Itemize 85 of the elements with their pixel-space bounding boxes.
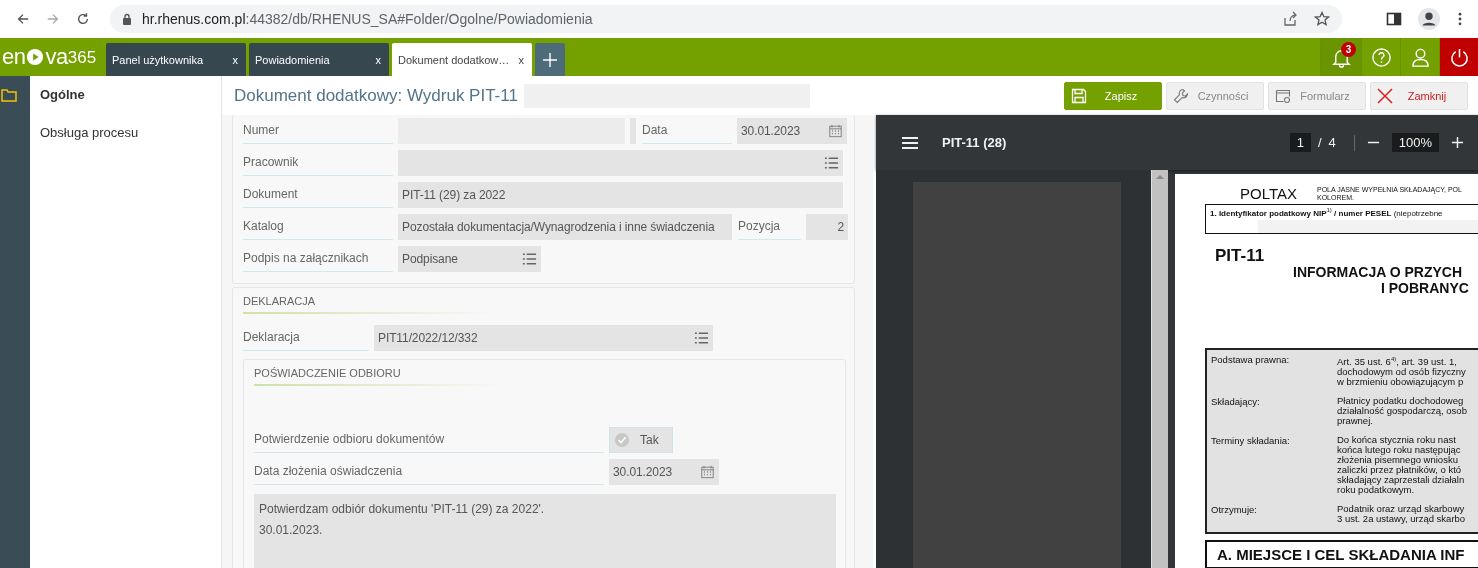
lookup-field[interactable]: Podpisane <box>398 246 541 272</box>
input-field[interactable]: 2 <box>806 214 848 240</box>
table-label: Terminy składania: <box>1211 435 1291 449</box>
date-field[interactable]: 30.01.2023 <box>737 118 847 144</box>
sidebar-item[interactable]: Ogólne <box>30 87 221 125</box>
table-label: Składający: <box>1211 396 1261 410</box>
tab[interactable]: Panel użytkownika x <box>106 43 246 76</box>
section-title: DEKLARACJA <box>243 290 493 314</box>
menu-icon[interactable] <box>902 136 918 149</box>
lock-icon <box>122 13 132 25</box>
field-label: Data <box>642 118 737 144</box>
table-text: Płatnicy podatku dochodoweg działalność gospodarczą, osob prawnej. <box>1337 396 1467 427</box>
field-label: Data złożenia oświadczenia <box>254 459 609 485</box>
tab[interactable]: Powiadomienia x <box>249 43 389 76</box>
address-bar[interactable]: hr.rhenus.com.pl:44382/db/RHENUS_SA#Folder/Ogolne/Powiadomienia <box>110 5 1342 33</box>
list-icon[interactable] <box>824 156 839 170</box>
url-text: hr.rhenus.com.pl:44382/db/RHENUS_SA#Folder/Ogolne/Powiadomienia <box>142 11 593 27</box>
tab-close-button[interactable]: x <box>375 53 381 66</box>
calendar-icon[interactable] <box>700 465 715 479</box>
field-label: Numer <box>243 118 398 144</box>
field-label: Pozycja <box>738 214 806 240</box>
lookup-field[interactable]: PIT11/2022/12/332 <box>374 325 713 351</box>
table-text: Podatnik oraz urząd skarbowy 3 ust. 2a ustawy, urząd skarbo <box>1337 504 1466 525</box>
help-icon <box>1370 46 1392 68</box>
form-brand: POLTAX <box>1240 185 1297 202</box>
close-icon <box>1377 87 1393 104</box>
date-field[interactable]: 30.01.2023 <box>609 459 719 485</box>
power-icon <box>1448 46 1470 68</box>
tab-close-button[interactable]: x <box>518 53 524 66</box>
form-button[interactable]: Formularz <box>1268 81 1366 110</box>
logout-button[interactable] <box>1439 38 1478 76</box>
folder-icon[interactable] <box>1 88 17 102</box>
form-heading: INFORMACJA O PRZYCH <box>1292 264 1464 280</box>
field-label: Katalog <box>243 214 398 240</box>
form-heading: I POBRANYC <box>1380 280 1470 296</box>
reload-icon[interactable] <box>76 12 90 26</box>
form-code: PIT-11 <box>1215 246 1266 266</box>
page-number-field[interactable]: 1 <box>1289 133 1311 152</box>
field-label: Pracownik <box>243 150 398 176</box>
table-text: Art. 35 ust. 6$^{4)}$, art. 39 ust. 1, dochodowym od osób fizyczny w brzmieniu obowiązującym p <box>1337 355 1466 388</box>
check-circle-icon <box>614 432 630 448</box>
close-button[interactable]: Zamknij <box>1370 81 1468 110</box>
scrollbar[interactable] <box>1151 170 1168 568</box>
new-tab-button[interactable] <box>535 43 565 76</box>
zoom-field[interactable]: 100% <box>1391 133 1439 152</box>
window-gear-icon <box>1275 87 1291 104</box>
id-label: 1. Identyfikator podatkowy NIP$^{1)}$ / numer PESEL (niepotrzebne <box>1210 207 1444 218</box>
table-label: Podstawa prawna: <box>1211 354 1291 367</box>
field-label: Dokument <box>243 182 398 208</box>
profile-avatar-icon[interactable] <box>1418 8 1440 30</box>
field-label: Podpis na załącznikach <box>243 246 398 272</box>
page-separator: / <box>1317 135 1322 150</box>
input-field[interactable]: Pozostała dokumentacja/Wynagrodzenia i inne świadczenia <box>398 214 732 240</box>
list-icon[interactable] <box>694 331 709 345</box>
notifications-button[interactable]: 3 <box>1320 38 1361 76</box>
tools-button[interactable]: Czynności <box>1166 81 1264 110</box>
star-icon[interactable] <box>1314 11 1330 27</box>
list-icon[interactable] <box>522 252 537 266</box>
lookup-field[interactable] <box>398 150 843 176</box>
section-title: POŚWIADCZENIE ODBIORU <box>254 362 504 386</box>
text-area[interactable]: Potwierdzam odbiór dokumentu 'PIT-11 (29) za 2022'. 30.01.2023. <box>254 494 836 568</box>
page-title: Dokument dodatkowy: Wydruk PIT-11 <box>234 85 518 106</box>
notification-badge: 3 <box>1341 42 1356 57</box>
section-heading: A. MIEJSCE I CEL SKŁADANIA INF <box>1205 540 1478 568</box>
table-text: Do końca stycznia roku nast końca lutego roku następując złożenia pisemnego wniosku zaliczki przez płatników, o któ składający zaprzestali działaln roku podatkowym. <box>1337 435 1465 496</box>
document-title: PIT-11 (28) <box>942 135 1007 150</box>
sidebar-item[interactable]: Obsługa procesu <box>30 125 221 163</box>
more-menu-icon[interactable] <box>1458 12 1462 26</box>
user-icon <box>1409 46 1431 68</box>
plus-icon <box>542 51 558 68</box>
wrench-icon <box>1173 87 1189 104</box>
zoom-in-icon[interactable] <box>1451 136 1464 149</box>
tab-close-button[interactable]: x <box>232 53 238 66</box>
app-logo: en va365 <box>2 43 98 71</box>
page-count: 4 <box>1328 135 1336 150</box>
tab[interactable]: Dokument dodatkow… x <box>392 43 532 76</box>
calendar-icon[interactable] <box>828 124 843 138</box>
table-label: Otrzymuje: <box>1211 504 1258 518</box>
field-label: Deklaracja <box>243 325 374 351</box>
field-label: Potwierdzenie odbioru dokumentów <box>254 427 609 453</box>
side-panel-icon[interactable] <box>1386 11 1402 27</box>
checkbox[interactable]: Tak <box>609 427 673 453</box>
share-icon[interactable] <box>1282 11 1298 27</box>
back-icon[interactable] <box>16 12 30 26</box>
input-field[interactable]: PIT-11 (29) za 2022 <box>398 182 843 208</box>
